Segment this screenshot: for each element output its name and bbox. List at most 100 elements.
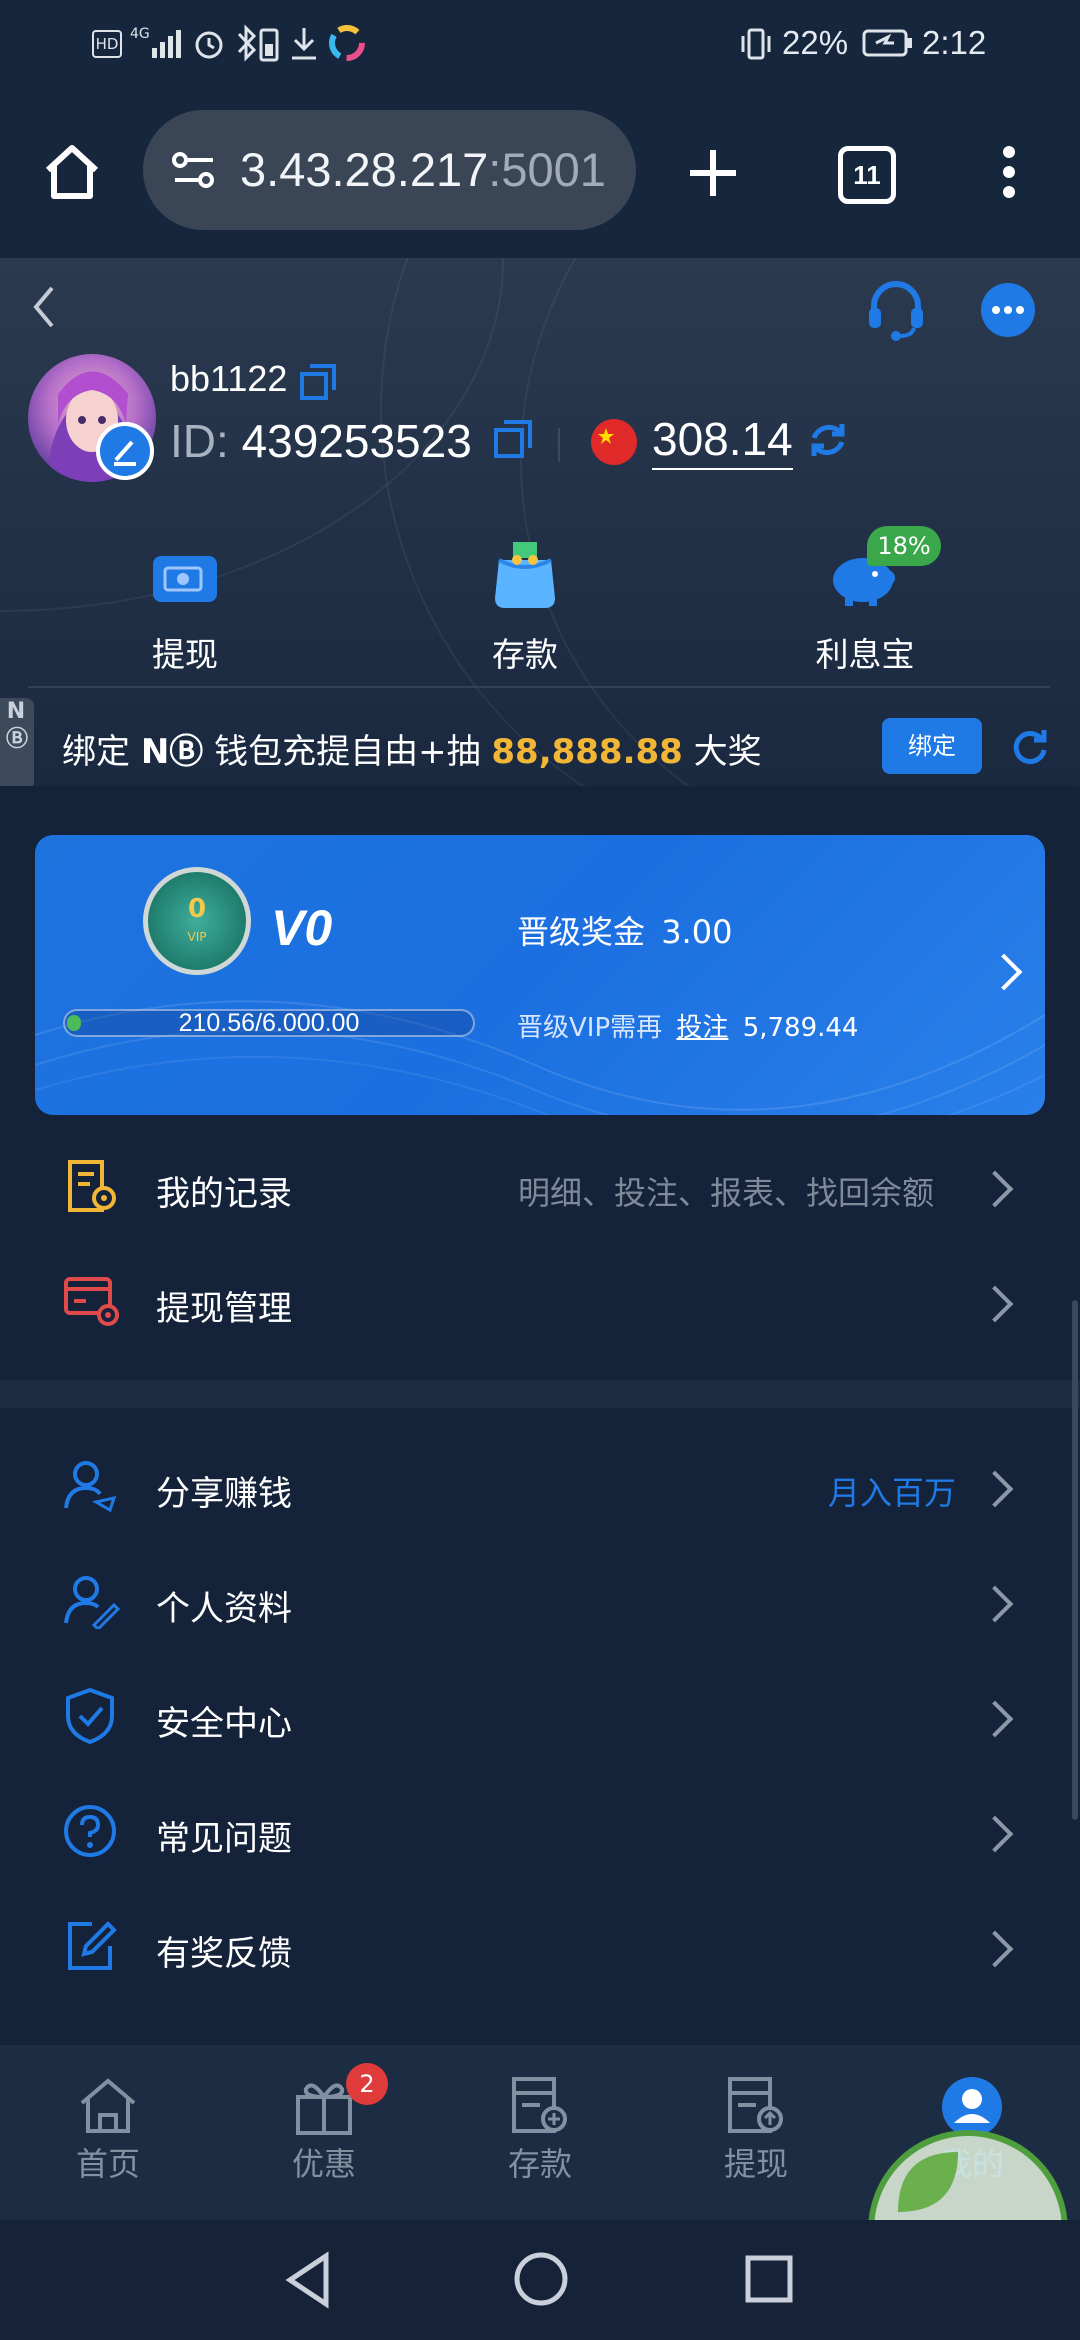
action-deposit[interactable]: 存款 — [425, 542, 625, 708]
action-interest[interactable]: 18% 利息宝 — [765, 526, 965, 708]
bind-button-label: 绑定 — [908, 732, 956, 760]
menu-item-records[interactable]: 我的记录 明细、投注、报表、找回余额 — [0, 1130, 1080, 1245]
customer-service-icon[interactable] — [864, 278, 928, 342]
menu-item-feedback[interactable]: 有奖反馈 — [0, 1890, 1080, 2005]
menu-label: 我的记录 — [156, 1174, 292, 1214]
copy-username-icon[interactable] — [298, 362, 338, 402]
wallet-purse-icon — [495, 542, 555, 608]
hd-icon: HD — [92, 30, 122, 58]
profile-header: bb1122 ID: 439253523 308.14 提现 存款 18% 利息… — [0, 258, 1080, 786]
chevron-right-icon — [976, 1585, 1014, 1623]
scrollbar[interactable] — [1072, 1300, 1078, 1820]
back-arrow-icon[interactable] — [28, 282, 60, 332]
wallet-promo-text: 绑定 NⒷ 钱包充提自由+抽 88,888.88 大奖 — [62, 724, 762, 773]
header-divider — [28, 686, 1050, 688]
nav-home[interactable]: 首页 — [38, 2075, 178, 2195]
section-divider — [0, 1380, 1080, 1408]
username: bb1122 — [170, 358, 288, 399]
tab-switcher-button[interactable]: 11 — [838, 146, 896, 204]
refresh-balance-icon[interactable] — [804, 416, 852, 464]
promo-badge-count: 2 — [359, 2070, 375, 2098]
requirement-label: 晋级VIP需再 — [517, 1013, 663, 1043]
china-flag-icon — [591, 419, 637, 465]
vip-badge-sub: VIP — [187, 930, 207, 944]
promo-mid: 钱包充提自由+抽 — [203, 732, 492, 772]
chat-icon[interactable] — [978, 280, 1038, 340]
chevron-right-icon — [976, 1170, 1014, 1208]
recents-square-icon[interactable] — [744, 2254, 794, 2304]
nb-side-tab[interactable]: NⒷ — [0, 698, 34, 786]
promo-badge: 2 — [346, 2063, 388, 2105]
bind-button[interactable]: 绑定 — [882, 718, 982, 774]
status-bar: HD 4G 22% 2:12 — [0, 0, 1080, 90]
vip-badge: 0 VIP — [143, 867, 251, 975]
promo-amount: 88,888.88 — [491, 732, 683, 772]
vip-badge-level: 0 — [187, 894, 207, 924]
id-label: ID: — [170, 415, 229, 467]
action-label: 存款 — [492, 635, 558, 674]
promo-post: 大奖 — [682, 732, 762, 772]
url-port: :5001 — [488, 143, 606, 196]
vip-level: V0 — [271, 900, 333, 956]
id-value: 439253523 — [241, 415, 472, 467]
copy-id-icon[interactable] — [492, 418, 534, 460]
menu-label: 有奖反馈 — [156, 1934, 292, 1974]
address-bar[interactable]: 3.43.28.217:5001 — [143, 110, 636, 230]
tab-count: 11 — [853, 160, 881, 190]
vip-card[interactable]: 0 VIP V0 210.56/6.000.00 晋级奖金 3.00 晋级VIP… — [35, 835, 1045, 1115]
menu-item-share[interactable]: 分享赚钱 月入百万 — [0, 1430, 1080, 1545]
upgrade-bonus: 晋级奖金 3.00 — [517, 907, 732, 953]
promo-pre: 绑定 — [62, 732, 141, 772]
upgrade-requirement: 晋级VIP需再 投注 5,789.44 — [517, 1007, 858, 1044]
nav-withdraw[interactable]: 提现 — [686, 2075, 826, 2195]
menu-item-security[interactable]: 安全中心 — [0, 1660, 1080, 1775]
vip-progress-bar: 210.56/6.000.00 — [63, 1009, 475, 1037]
interest-badge: 18% — [867, 526, 941, 566]
new-tab-icon[interactable] — [686, 146, 740, 200]
battery-percent: 22% — [782, 24, 849, 61]
bet-link[interactable]: 投注 — [676, 1013, 728, 1043]
back-triangle-icon[interactable] — [282, 2250, 332, 2310]
feedback-edit-icon — [68, 1921, 117, 1970]
withdraw-card-icon — [153, 556, 217, 602]
battery-saver-icon — [259, 28, 279, 62]
home-circle-icon[interactable] — [512, 2250, 570, 2308]
requirement-value: 5,789.44 — [742, 1013, 859, 1043]
balance[interactable]: 308.14 — [652, 412, 793, 470]
nav-deposit[interactable]: 存款 — [470, 2075, 610, 2195]
upgrade-bonus-label: 晋级奖金 — [517, 913, 646, 951]
nb-brand: NⒷ — [140, 732, 204, 772]
menu-item-profile[interactable]: 个人资料 — [0, 1545, 1080, 1660]
action-label: 提现 — [152, 635, 218, 674]
withdraw-icon — [728, 2077, 783, 2133]
url-text: 3.43.28.217:5001 — [240, 110, 620, 230]
user-id: ID: 439253523 — [170, 414, 472, 468]
nav-promotions[interactable]: 2 优惠 — [254, 2063, 394, 2195]
system-nav-bar — [0, 2220, 1080, 2340]
side-tab-label: NⒷ — [6, 699, 29, 752]
records-icon — [68, 1160, 116, 1212]
menu-label: 常见问题 — [156, 1819, 292, 1859]
refresh-icon[interactable] — [1008, 724, 1052, 768]
menu-group-records: 我的记录 明细、投注、报表、找回余额 提现管理 — [0, 1130, 1080, 1380]
clock: 2:12 — [922, 24, 987, 61]
download-icon — [292, 28, 316, 60]
chevron-right-icon — [976, 1470, 1014, 1508]
menu-item-withdraw-manage[interactable]: 提现管理 — [0, 1245, 1080, 1360]
menu-label: 安全中心 — [156, 1704, 292, 1744]
site-settings-icon[interactable] — [171, 150, 217, 190]
edit-avatar-button[interactable] — [96, 422, 154, 480]
more-menu-icon[interactable] — [994, 142, 1024, 202]
menu-label: 个人资料 — [156, 1589, 292, 1629]
home-icon[interactable] — [42, 142, 102, 202]
menu-group-account: 分享赚钱 月入百万 个人资料 安全中心 常见问题 有奖反馈 — [0, 1430, 1080, 2030]
4g-signal-icon: 4G — [130, 26, 186, 60]
profile-edit-icon — [64, 1576, 120, 1629]
withdraw-manage-icon — [64, 1277, 119, 1326]
menu-item-faq[interactable]: 常见问题 — [0, 1775, 1080, 1890]
action-label: 利息宝 — [815, 635, 915, 674]
chevron-right-icon — [976, 1285, 1014, 1323]
chevron-right-icon — [976, 1930, 1014, 1968]
action-withdraw[interactable]: 提现 — [85, 548, 285, 708]
app-icon — [329, 25, 365, 61]
